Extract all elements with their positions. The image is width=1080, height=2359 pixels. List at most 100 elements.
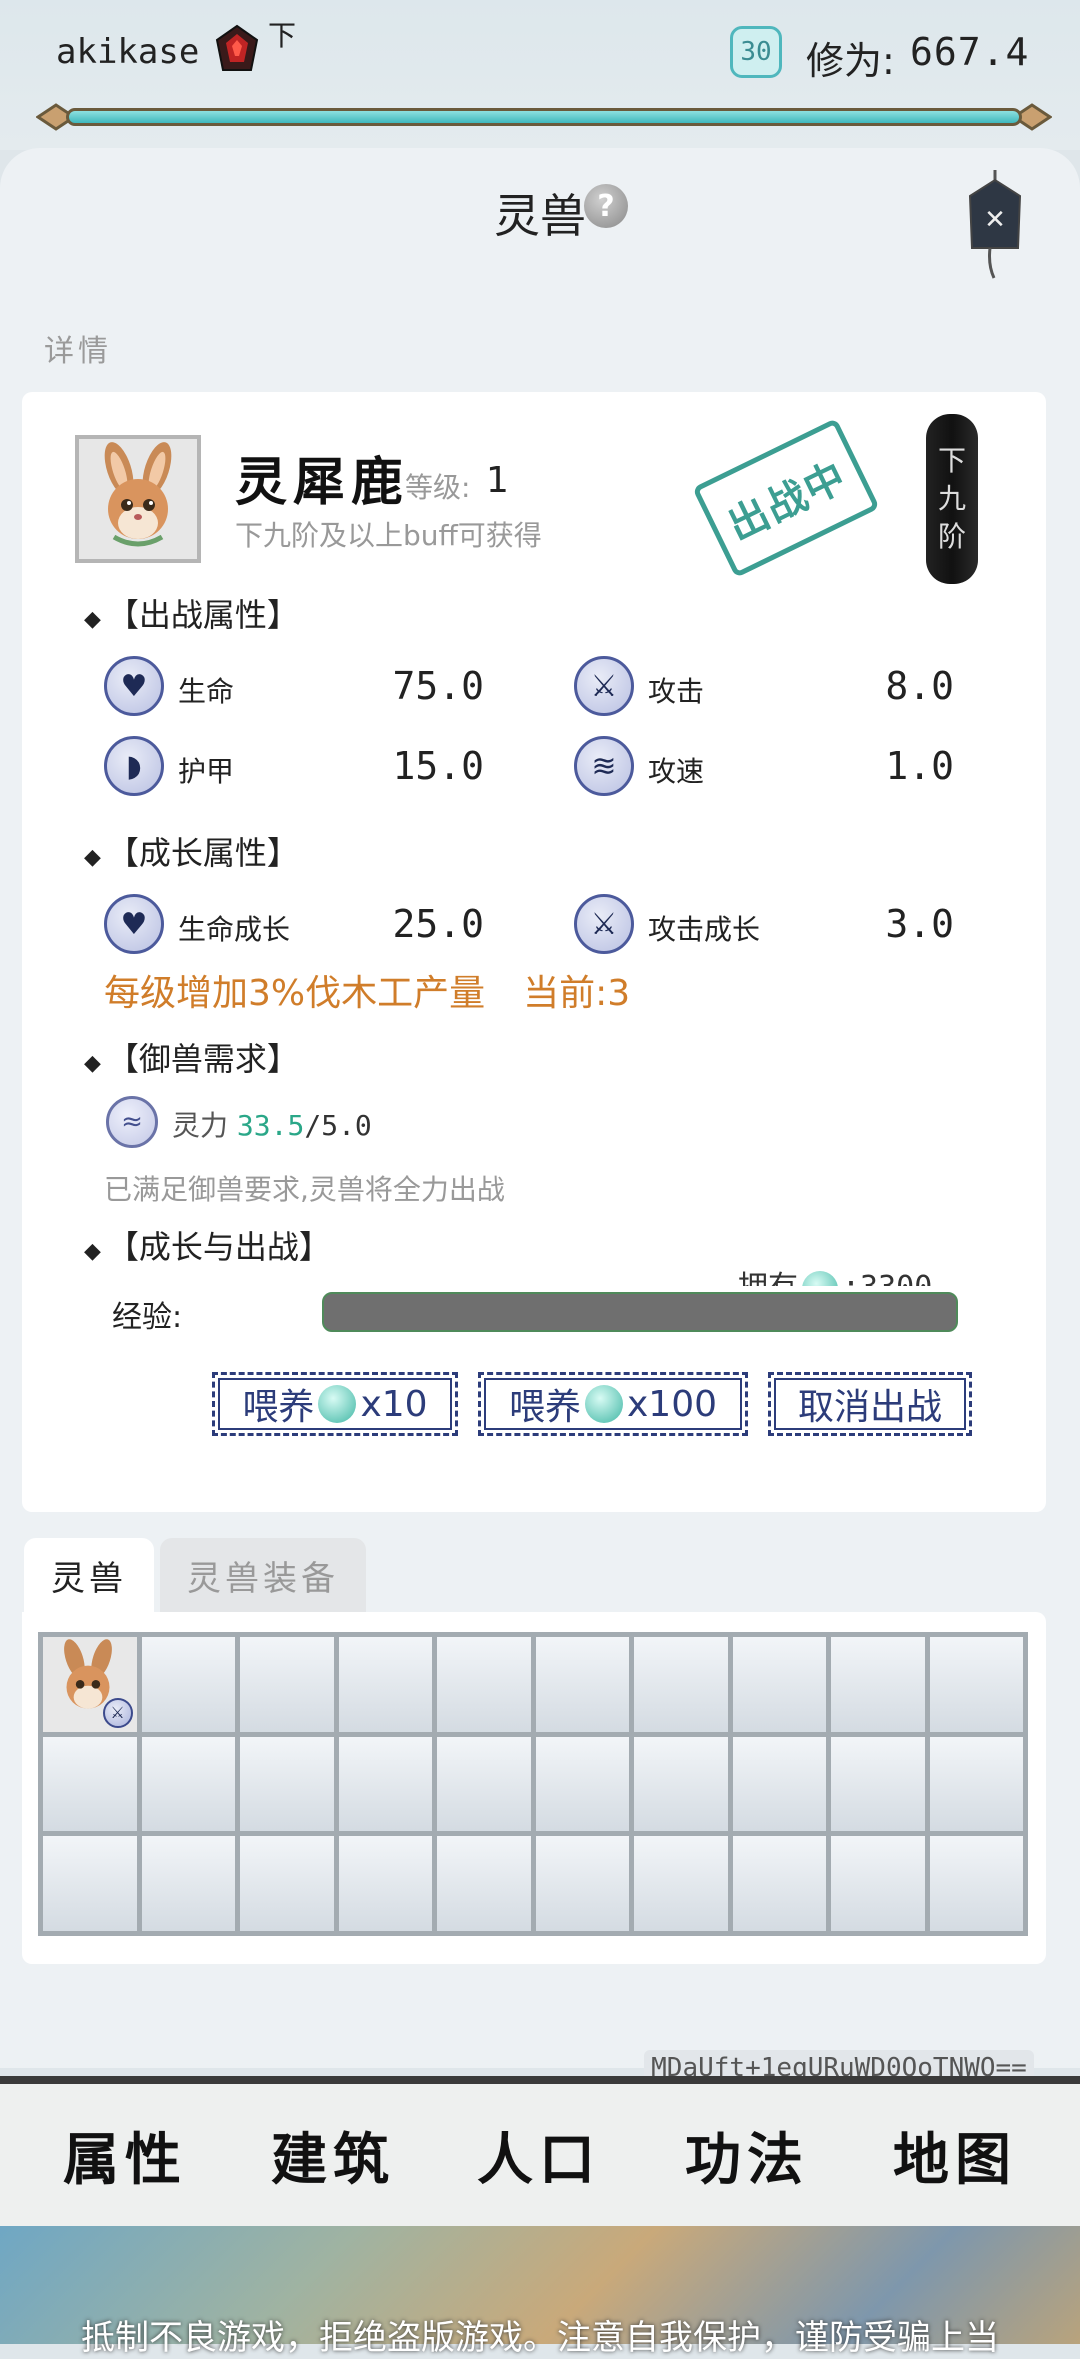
inventory-slot[interactable] bbox=[929, 1736, 1023, 1832]
exp-progress-bar bbox=[322, 1292, 958, 1332]
stat-name-armor: 护甲 bbox=[178, 755, 235, 788]
anti-addiction-notice: 抵制不良游戏，拒绝盗版游戏。注意自我保护，谨防受骗上当 bbox=[81, 2318, 999, 2358]
inventory-slot[interactable] bbox=[732, 1637, 826, 1732]
nav-item-buildings[interactable]: 建筑 bbox=[258, 2100, 408, 2210]
inventory-slot[interactable] bbox=[240, 1836, 334, 1931]
inventory-slot[interactable] bbox=[535, 1836, 629, 1931]
inventory-slot[interactable] bbox=[535, 1736, 629, 1832]
button-count: x10 bbox=[360, 1383, 428, 1425]
heading-text: 【御兽需求】 bbox=[106, 1040, 299, 1078]
speed-icon: ≋ bbox=[574, 736, 634, 796]
inventory-slot[interactable] bbox=[141, 1736, 235, 1832]
inventory-slot[interactable] bbox=[240, 1736, 334, 1832]
page-title: 灵兽 bbox=[0, 180, 1080, 246]
pet-avatar bbox=[75, 435, 201, 563]
inventory-slot[interactable] bbox=[831, 1637, 925, 1732]
pet-level-value: 1 bbox=[486, 460, 509, 501]
help-icon[interactable]: ? bbox=[584, 184, 628, 228]
pet-level-label: 等级: bbox=[405, 471, 471, 504]
rank-scroll-char: 下 bbox=[937, 444, 966, 477]
stat-value-hp: 75.0 bbox=[392, 664, 484, 708]
buff-note: 下九阶及以上buff可获得 bbox=[235, 519, 542, 552]
inventory-slot[interactable] bbox=[338, 1637, 432, 1732]
requirement-note: 已满足御兽要求,灵兽将全力出战 bbox=[104, 1173, 505, 1206]
level-badge: 30 bbox=[730, 26, 782, 78]
nav-item-map[interactable]: 地图 bbox=[880, 2100, 1030, 2210]
rank-char: 下 bbox=[268, 19, 297, 52]
username: akikase bbox=[56, 32, 200, 72]
cultivation-value: 667.4 bbox=[910, 30, 1030, 74]
inventory-slot[interactable] bbox=[43, 1736, 137, 1832]
feed-x100-button[interactable]: 喂养 x100 bbox=[478, 1372, 748, 1436]
stat-name-hp: 生命 bbox=[178, 675, 235, 708]
tab-pets[interactable]: 灵兽 bbox=[24, 1538, 154, 1612]
tab-pet-equipment[interactable]: 灵兽装备 bbox=[160, 1538, 366, 1612]
spirit-label: 灵力 bbox=[172, 1109, 229, 1142]
stat-value-attack-growth: 3.0 bbox=[885, 902, 954, 946]
cultivation-progress-bar bbox=[36, 102, 1052, 132]
nav-item-population[interactable]: 人口 bbox=[464, 2100, 614, 2210]
rank-scroll-char: 九 bbox=[937, 482, 966, 515]
spirit-gem-icon bbox=[318, 1385, 357, 1423]
pet-name: 灵犀鹿 bbox=[235, 452, 410, 513]
stat-name-hp-growth: 生命成长 bbox=[178, 913, 291, 946]
shield-icon: ◗ bbox=[104, 736, 164, 796]
heart-icon: ♥ bbox=[104, 656, 164, 716]
inventory-slot[interactable] bbox=[732, 1836, 826, 1931]
inventory-slot[interactable] bbox=[338, 1736, 432, 1832]
heading-text: 【成长属性】 bbox=[106, 834, 299, 872]
nav-item-techniques[interactable]: 功法 bbox=[672, 2100, 822, 2210]
growth-battle-heading: ◆ 【成长与出战】 bbox=[84, 1228, 331, 1266]
spirit-gem-icon bbox=[802, 1270, 838, 1286]
inventory-slot[interactable] bbox=[929, 1637, 1023, 1732]
own-label: 拥有 bbox=[738, 1270, 798, 1286]
stat-value-attack-speed: 1.0 bbox=[885, 744, 954, 788]
stat-value-hp-growth: 25.0 bbox=[392, 902, 484, 946]
section-label: 详情 bbox=[44, 334, 112, 369]
spirit-gem-icon bbox=[584, 1385, 623, 1423]
inventory-slot[interactable] bbox=[43, 1836, 137, 1931]
rabbit-icon bbox=[104, 442, 172, 547]
requirement-heading: ◆ 【御兽需求】 bbox=[84, 1040, 299, 1078]
inventory-slot[interactable] bbox=[732, 1736, 826, 1832]
growth-attrs-heading: ◆ 【成长属性】 bbox=[84, 834, 299, 872]
cancel-deploy-button[interactable]: 取消出战 bbox=[768, 1372, 972, 1436]
inventory-slot[interactable]: ⚔ bbox=[43, 1637, 137, 1732]
exp-label: 经验: bbox=[112, 1300, 183, 1335]
inventory-slot[interactable] bbox=[634, 1736, 728, 1832]
cultivation-label: 修为: bbox=[806, 39, 895, 83]
inventory-slot[interactable] bbox=[240, 1637, 334, 1732]
bonus-text: 每级增加3%伐木工产量 bbox=[104, 973, 486, 1014]
rank-gem-icon bbox=[215, 24, 259, 71]
heading-text: 【出战属性】 bbox=[106, 596, 299, 634]
bonus-current: 当前:3 bbox=[523, 973, 631, 1014]
heart-growth-icon: ♥ bbox=[104, 894, 164, 954]
sword-icon: ⚔ bbox=[574, 656, 634, 716]
inventory-slot[interactable] bbox=[437, 1637, 531, 1732]
title-text: 灵兽 bbox=[494, 189, 586, 243]
feed-x10-button[interactable]: 喂养 x10 bbox=[212, 1372, 458, 1436]
owned-feed-count: 拥有 :3300 bbox=[738, 1262, 932, 1286]
stat-value-armor: 15.0 bbox=[392, 744, 484, 788]
inventory-slot[interactable] bbox=[535, 1637, 629, 1732]
inventory-slot[interactable] bbox=[929, 1836, 1023, 1931]
inventory-slot[interactable] bbox=[634, 1836, 728, 1931]
spirit-current: 33.5 bbox=[236, 1109, 305, 1142]
inventory-slot[interactable] bbox=[437, 1836, 531, 1931]
inventory-slot[interactable] bbox=[437, 1736, 531, 1832]
inventory-slot[interactable] bbox=[141, 1637, 235, 1732]
stat-name-attack-growth: 攻击成长 bbox=[648, 913, 761, 946]
nav-item-attributes[interactable]: 属性 bbox=[50, 2100, 200, 2210]
own-value: :3300 bbox=[842, 1270, 932, 1286]
growth-bonus-note: 每级增加3%伐木工产量 当前:3 bbox=[104, 964, 630, 1016]
inventory-slot[interactable] bbox=[831, 1736, 925, 1832]
pet-inventory-grid: ⚔ bbox=[38, 1632, 1028, 1936]
close-icon[interactable]: ✕ bbox=[960, 170, 1030, 280]
inventory-slot[interactable] bbox=[338, 1836, 432, 1931]
inventory-slot[interactable] bbox=[831, 1836, 925, 1931]
stat-name-attack-speed: 攻速 bbox=[648, 755, 705, 788]
spirit-required: /5.0 bbox=[304, 1109, 372, 1142]
inventory-slot[interactable] bbox=[141, 1836, 235, 1931]
inventory-slot[interactable] bbox=[634, 1637, 728, 1732]
rank-scroll-char: 阶 bbox=[937, 520, 966, 553]
